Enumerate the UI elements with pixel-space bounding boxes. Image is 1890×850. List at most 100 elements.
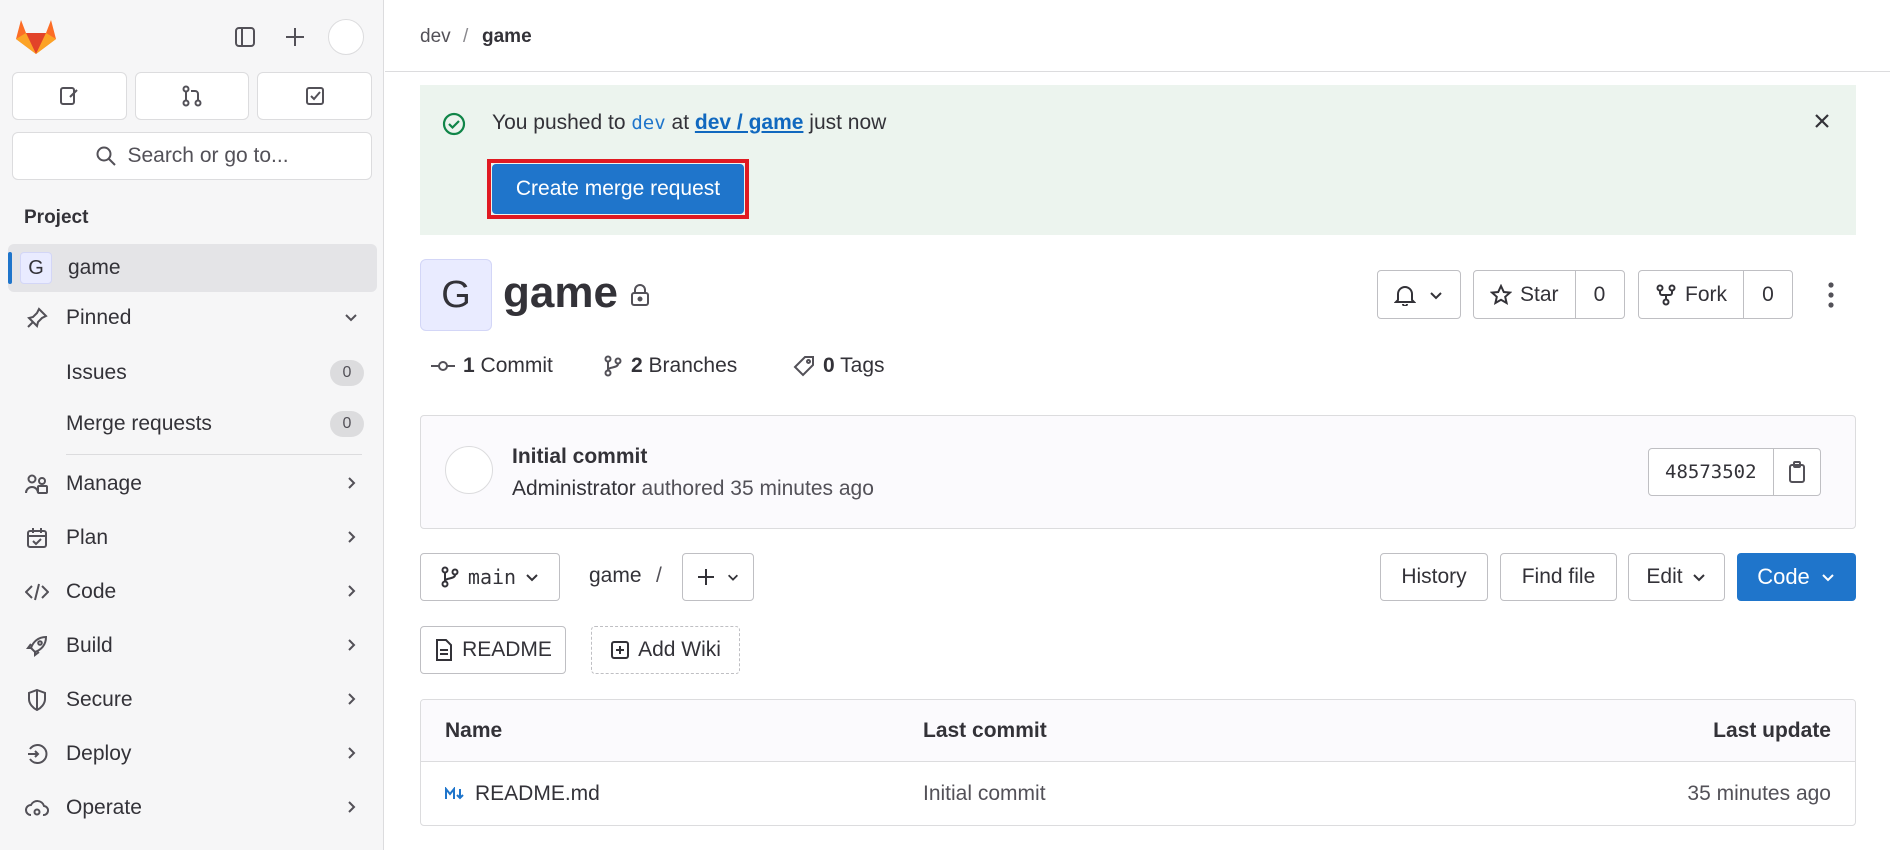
plus-square-icon	[611, 641, 630, 659]
author-avatar[interactable]	[445, 446, 493, 494]
rocket-icon	[24, 633, 50, 659]
alert-suffix: just now	[803, 111, 887, 134]
sidebar-item-label: Pinned	[66, 306, 132, 329]
alert-branch[interactable]: dev	[631, 112, 665, 134]
tags-link[interactable]: 0 Tags	[793, 354, 885, 378]
chevron-down-icon	[728, 574, 738, 581]
commit-sha[interactable]: 48573502	[1649, 449, 1774, 495]
branch-icon	[441, 566, 459, 588]
table-header: Name Last commit Last update	[421, 700, 1855, 762]
file-last-commit-link[interactable]: Initial commit	[923, 782, 1046, 806]
star-count[interactable]: 0	[1576, 271, 1624, 318]
branches-link[interactable]: 2 Branches	[603, 354, 737, 378]
sidebar-item-label: Secure	[66, 688, 133, 711]
todos-tab-icon[interactable]	[257, 72, 373, 120]
table-row[interactable]: README.md Initial commit 35 minutes ago	[421, 762, 1855, 825]
file-name-link[interactable]: README.md	[475, 782, 600, 806]
chevron-right-icon	[342, 744, 360, 768]
code-dropdown[interactable]: Code	[1737, 553, 1856, 601]
readme-label: README	[462, 638, 552, 661]
document-icon	[436, 639, 453, 661]
sidebar-item-merge-requests[interactable]: Merge requests	[66, 412, 212, 436]
star-button[interactable]: Star	[1474, 271, 1576, 318]
sidebar: Search or go to... Project G game Pinned…	[0, 0, 384, 850]
chevron-right-icon	[342, 582, 360, 606]
commit-author-link[interactable]: Administrator	[512, 477, 636, 500]
add-wiki-button[interactable]: Add Wiki	[591, 626, 740, 674]
plus-icon[interactable]	[276, 18, 314, 56]
branch-name: main	[467, 565, 517, 589]
branches-label: Branches	[648, 354, 738, 377]
sidebar-item-pinned[interactable]: Pinned	[12, 294, 374, 342]
history-button[interactable]: History	[1380, 553, 1488, 601]
chevron-down-icon	[1430, 291, 1442, 299]
chevron-right-icon	[342, 690, 360, 714]
sidebar-item-label: Deploy	[66, 742, 132, 765]
breadcrumb: dev / game	[385, 0, 1890, 72]
sidebar-item-plan[interactable]: Plan	[12, 514, 374, 562]
add-wiki-label: Add Wiki	[638, 638, 721, 661]
copy-icon[interactable]	[1774, 449, 1820, 495]
gitlab-logo[interactable]	[14, 16, 58, 56]
file-tree-table: Name Last commit Last update README.md I…	[420, 699, 1856, 826]
chevron-right-icon	[342, 798, 360, 822]
chevron-down-icon	[342, 308, 360, 332]
sidebar-item-manage[interactable]: Manage	[12, 460, 374, 508]
close-icon[interactable]	[1808, 107, 1836, 135]
readme-button[interactable]: README	[420, 626, 566, 674]
find-file-button[interactable]: Find file	[1500, 553, 1617, 601]
merge-requests-tab-icon[interactable]	[134, 72, 250, 120]
sidebar-item-code[interactable]: Code	[12, 568, 374, 616]
fork-icon	[1656, 284, 1676, 305]
column-header-last-update: Last update	[1713, 719, 1831, 742]
create-merge-request-button[interactable]: Create merge request	[492, 164, 744, 214]
commits-label: Commit	[480, 354, 553, 377]
notifications-dropdown[interactable]	[1377, 270, 1461, 319]
branch-selector[interactable]: main	[420, 553, 560, 601]
sidebar-section-label: Project	[24, 207, 89, 228]
fork-label: Fork	[1685, 282, 1727, 306]
sidebar-item-secure[interactable]: Secure	[12, 676, 374, 724]
file-last-update: 35 minutes ago	[1687, 782, 1831, 805]
more-actions-icon[interactable]	[1818, 276, 1844, 314]
path-separator: /	[656, 564, 662, 587]
sidebar-item-label: Manage	[66, 472, 142, 495]
search-button[interactable]: Search or go to...	[12, 132, 372, 180]
commit-title-link[interactable]: Initial commit	[512, 445, 647, 469]
lock-icon	[631, 284, 649, 306]
breadcrumb-project-link[interactable]: game	[482, 26, 532, 48]
path-root-link[interactable]: game	[589, 564, 642, 588]
deployments-icon	[24, 741, 50, 767]
sidebar-item-issues[interactable]: Issues	[66, 361, 127, 385]
sidebar-item-operate[interactable]: Operate	[12, 784, 374, 832]
project-avatar: G	[420, 259, 492, 331]
fork-count[interactable]: 0	[1744, 271, 1792, 318]
edit-dropdown[interactable]: Edit	[1628, 553, 1725, 601]
column-header-name: Name	[445, 719, 503, 742]
code-icon	[24, 579, 50, 605]
add-to-tree-dropdown[interactable]	[682, 553, 754, 601]
issues-tab-icon[interactable]	[12, 72, 127, 120]
commits-link[interactable]: 1 Commit	[431, 354, 553, 378]
sidebar-item-label: Code	[66, 580, 117, 603]
alert-project-link[interactable]: dev / game	[695, 111, 804, 134]
commit-time: authored 35 minutes ago	[635, 477, 874, 500]
breadcrumb-group-link[interactable]: dev	[420, 26, 451, 48]
sidebar-item-deploy[interactable]: Deploy	[12, 730, 374, 778]
merge-requests-count-badge: 0	[330, 411, 364, 437]
pin-icon	[24, 305, 50, 331]
sidebar-item-project[interactable]: G game	[8, 244, 377, 292]
sidebar-item-build[interactable]: Build	[12, 622, 374, 670]
toggle-sidebar-icon[interactable]	[226, 18, 264, 56]
fork-button-group: Fork 0	[1638, 270, 1793, 319]
project-avatar: G	[20, 252, 52, 284]
check-circle-icon	[442, 112, 466, 136]
shield-icon	[24, 687, 50, 713]
branch-icon	[604, 355, 622, 377]
fork-button[interactable]: Fork	[1639, 271, 1744, 318]
column-header-last-commit: Last commit	[923, 719, 1047, 742]
chevron-down-icon	[526, 574, 538, 582]
commit-sha-group: 48573502	[1648, 448, 1821, 496]
user-avatar[interactable]	[328, 19, 364, 55]
code-label: Code	[1757, 564, 1810, 589]
